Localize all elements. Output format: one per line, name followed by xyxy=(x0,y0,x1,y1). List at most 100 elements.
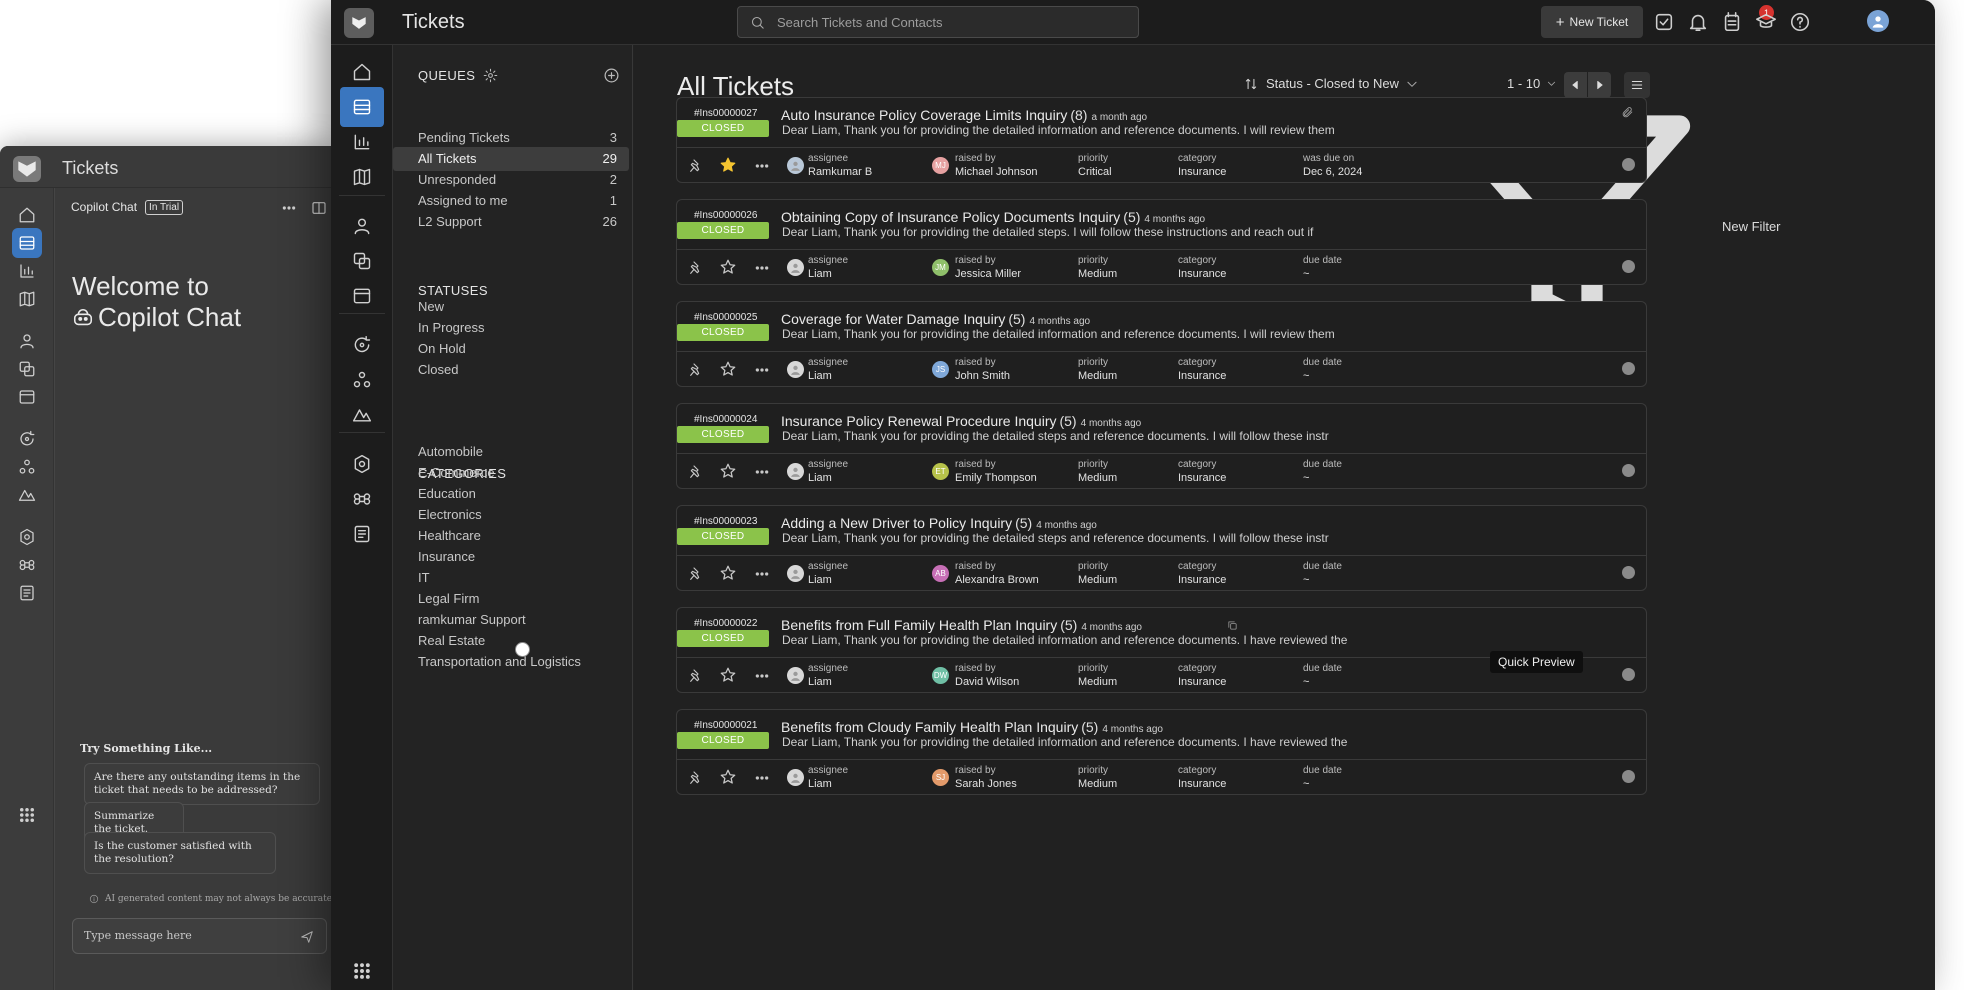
more-options-icon[interactable] xyxy=(281,200,297,216)
more-options-icon[interactable] xyxy=(754,158,770,174)
ticket-card[interactable]: #Ins00000026 CLOSED Obtaining Copy of Insu… xyxy=(676,199,1647,285)
raised-by-value[interactable]: Alexandra Brown xyxy=(955,574,1039,586)
assignee-value[interactable]: Liam xyxy=(808,778,832,790)
inbox-icon[interactable] xyxy=(340,276,384,316)
priority-value[interactable]: Critical xyxy=(1078,166,1112,178)
apps-icon[interactable] xyxy=(340,479,384,519)
academy-icon[interactable] xyxy=(1755,11,1777,33)
notes-icon[interactable] xyxy=(12,578,42,608)
more-options-icon[interactable] xyxy=(754,668,770,684)
automation-icon[interactable] xyxy=(340,325,384,365)
app-logo-icon[interactable] xyxy=(344,8,374,38)
ticket-subject[interactable]: Adding a New Driver to Policy Inquiry xyxy=(781,515,1012,531)
ticket-subject-line[interactable]: Auto Insurance Policy Coverage Limits In… xyxy=(781,107,1147,123)
priority-value[interactable]: Medium xyxy=(1078,268,1117,280)
category-value[interactable]: Insurance xyxy=(1178,574,1226,586)
raised-by-value[interactable]: Sarah Jones xyxy=(955,778,1017,790)
ticket-subject-line[interactable]: Obtaining Copy of Insurance Policy Docum… xyxy=(781,209,1205,225)
gear-icon[interactable] xyxy=(483,68,498,83)
knowledge-base-icon[interactable] xyxy=(12,284,42,314)
category-value[interactable]: Insurance xyxy=(1178,472,1226,484)
new-ticket-button[interactable]: + New Ticket xyxy=(1541,6,1643,38)
due-date-value[interactable]: ~ xyxy=(1303,370,1309,382)
assignee-value[interactable]: Liam xyxy=(808,268,832,280)
ticket-card[interactable]: #Ins00000021 CLOSED Benefits from Cloudy F… xyxy=(676,709,1647,795)
help-icon[interactable] xyxy=(1789,11,1811,33)
search-input[interactable]: Search Tickets and Contacts xyxy=(737,6,1139,38)
priority-value[interactable]: Medium xyxy=(1078,472,1117,484)
ticket-id[interactable]: #Ins00000024 xyxy=(694,414,757,425)
prev-page-button[interactable] xyxy=(1564,72,1587,98)
star-icon[interactable] xyxy=(719,360,737,378)
bell-icon[interactable] xyxy=(1687,11,1709,33)
pin-icon[interactable] xyxy=(688,770,704,786)
suggestion-chip[interactable]: Is the customer satisfied with the resol… xyxy=(84,832,276,874)
ticket-id[interactable]: #Ins00000021 xyxy=(694,720,757,731)
queue-item[interactable]: L2 Support 26 xyxy=(393,210,629,234)
priority-value[interactable]: Medium xyxy=(1078,778,1117,790)
more-options-icon[interactable] xyxy=(754,770,770,786)
send-icon[interactable] xyxy=(300,930,314,944)
pin-icon[interactable] xyxy=(688,464,704,480)
reports-icon[interactable] xyxy=(340,122,384,162)
raised-by-value[interactable]: David Wilson xyxy=(955,676,1019,688)
ticket-select-checkbox[interactable] xyxy=(515,642,530,657)
settings-icon[interactable] xyxy=(340,444,384,484)
add-queue-icon[interactable] xyxy=(603,67,620,84)
knowledge-base-icon[interactable] xyxy=(340,157,384,197)
inbox-icon[interactable] xyxy=(12,382,42,412)
ticket-id[interactable]: #Ins00000026 xyxy=(694,210,757,221)
accounts-icon[interactable] xyxy=(340,241,384,281)
ticket-subject[interactable]: Insurance Policy Renewal Procedure Inqui… xyxy=(781,413,1056,429)
automation-icon[interactable] xyxy=(12,424,42,454)
copy-icon[interactable] xyxy=(1227,620,1238,631)
ticket-id[interactable]: #Ins00000023 xyxy=(694,516,757,527)
more-options-icon[interactable] xyxy=(754,260,770,276)
ticket-card[interactable]: #Ins00000022 CLOSED Benefits from Full Fam… xyxy=(676,607,1647,693)
ticket-subject[interactable]: Auto Insurance Policy Coverage Limits In… xyxy=(781,107,1067,123)
more-options-icon[interactable] xyxy=(754,566,770,582)
suggestion-chip[interactable]: Are there any outstanding items in the t… xyxy=(84,763,320,805)
priority-value[interactable]: Medium xyxy=(1078,574,1117,586)
pin-icon[interactable] xyxy=(688,158,704,174)
category-value[interactable]: Insurance xyxy=(1178,268,1226,280)
ticket-subject[interactable]: Obtaining Copy of Insurance Policy Docum… xyxy=(781,209,1120,225)
user-avatar[interactable] xyxy=(1867,10,1889,32)
activity-icon[interactable] xyxy=(1721,11,1743,33)
due-date-value[interactable]: ~ xyxy=(1303,778,1309,790)
contacts-icon[interactable] xyxy=(340,206,384,246)
due-date-value[interactable]: ~ xyxy=(1303,574,1309,586)
star-icon[interactable] xyxy=(719,156,737,174)
pin-icon[interactable] xyxy=(688,260,704,276)
ticket-subject-line[interactable]: Coverage for Water Damage Inquiry (5) 4 mo… xyxy=(781,311,1090,327)
ticket-subject-line[interactable]: Benefits from Full Family Health Plan In… xyxy=(781,617,1142,633)
ticket-card[interactable]: #Ins00000024 CLOSED Insurance Policy Renew… xyxy=(676,403,1647,489)
category-value[interactable]: Insurance xyxy=(1178,676,1226,688)
star-icon[interactable] xyxy=(719,462,737,480)
raised-by-value[interactable]: John Smith xyxy=(955,370,1010,382)
more-options-icon[interactable] xyxy=(754,362,770,378)
dock-panel-icon[interactable] xyxy=(311,200,327,216)
pin-icon[interactable] xyxy=(688,566,704,582)
ticket-card[interactable]: #Ins00000023 CLOSED Adding a New Driver to… xyxy=(676,505,1647,591)
tickets-icon[interactable] xyxy=(12,228,42,258)
ticket-subject[interactable]: Benefits from Cloudy Family Health Plan … xyxy=(781,719,1078,735)
chat-message-input[interactable]: Type message here xyxy=(72,918,327,954)
category-value[interactable]: Insurance xyxy=(1178,778,1226,790)
ticket-subject[interactable]: Coverage for Water Damage Inquiry xyxy=(781,311,1005,327)
reports-icon[interactable] xyxy=(12,256,42,286)
app-switcher-icon[interactable] xyxy=(340,951,384,990)
marketplace-icon[interactable] xyxy=(12,480,42,510)
due-date-value[interactable]: Dec 6, 2024 xyxy=(1303,166,1362,178)
assignee-value[interactable]: Liam xyxy=(808,370,832,382)
ticket-subject-line[interactable]: Adding a New Driver to Policy Inquiry (5)… xyxy=(781,515,1097,531)
ticket-id[interactable]: #Ins00000027 xyxy=(694,108,757,119)
pin-icon[interactable] xyxy=(688,668,704,684)
page-range-dropdown[interactable]: 1 - 10 xyxy=(1507,76,1557,91)
star-icon[interactable] xyxy=(719,258,737,276)
star-icon[interactable] xyxy=(719,768,737,786)
sort-dropdown[interactable]: Status - Closed to New xyxy=(1244,76,1419,91)
ticket-id[interactable]: #Ins00000025 xyxy=(694,312,757,323)
ticket-id[interactable]: #Ins00000022 xyxy=(694,618,757,629)
community-icon[interactable] xyxy=(12,452,42,482)
